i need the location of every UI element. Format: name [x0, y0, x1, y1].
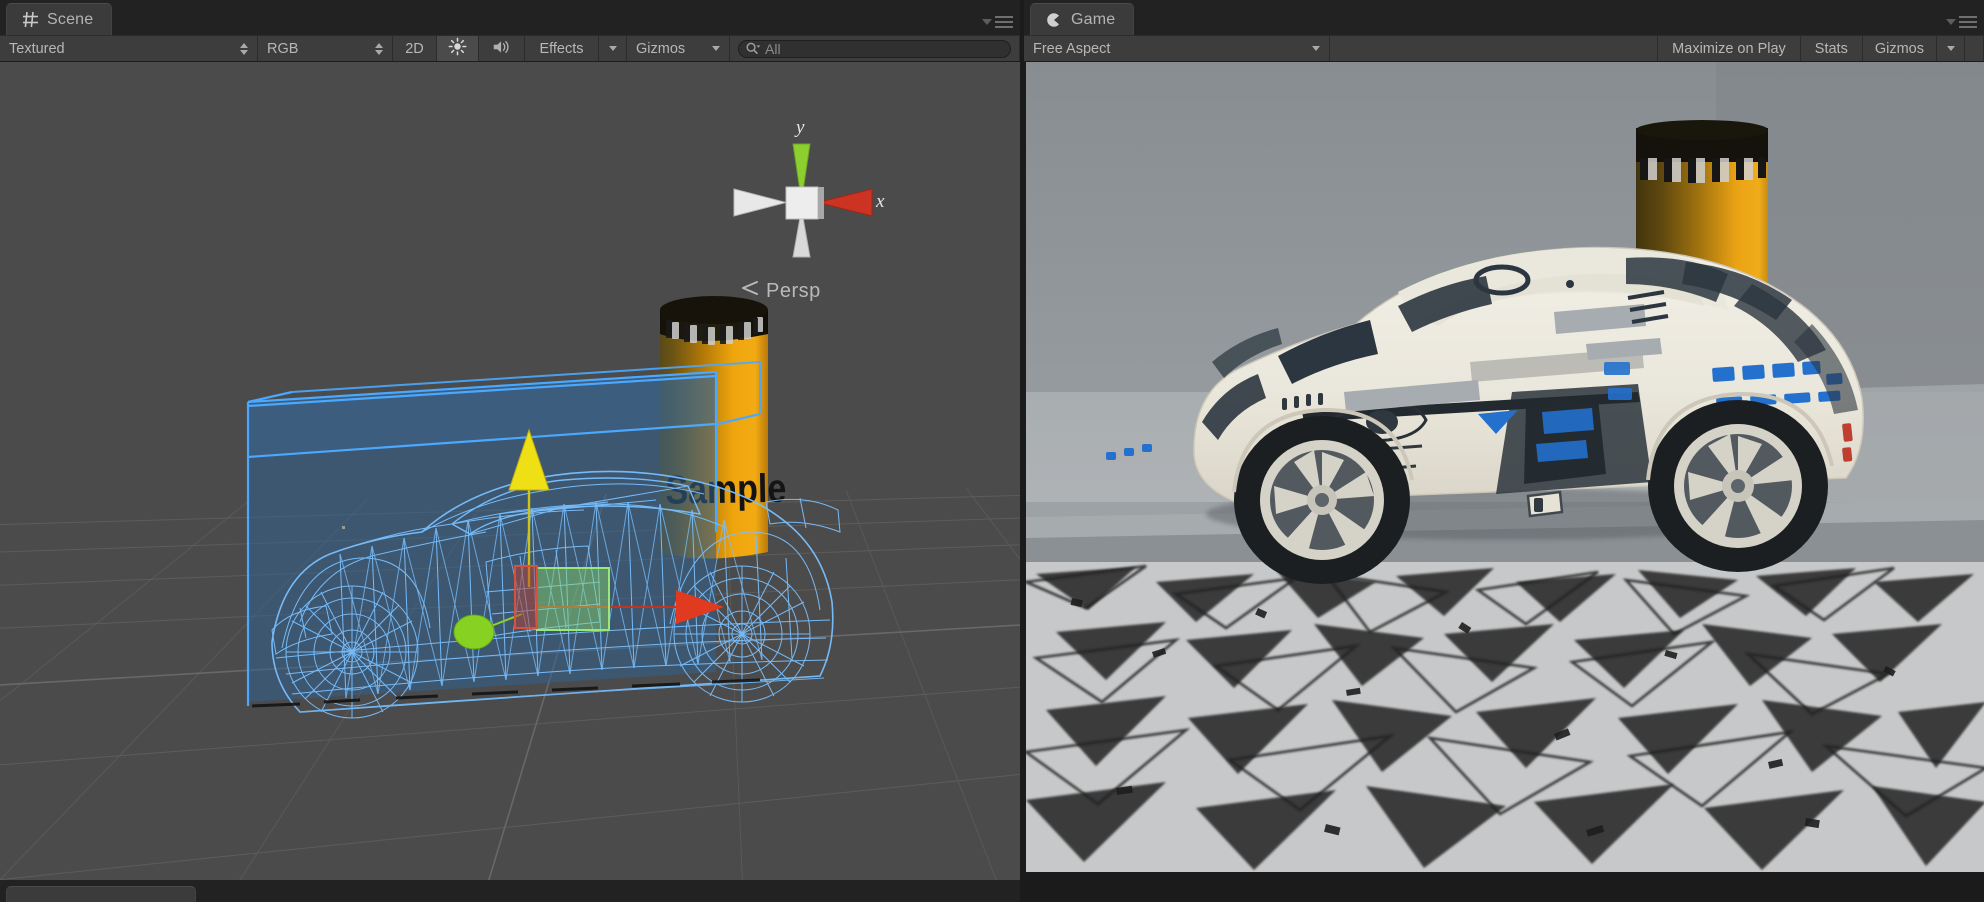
gizmo-axis-x-label: x — [876, 191, 885, 212]
bottom-partial-tab[interactable] — [6, 886, 196, 902]
move-gizmo — [453, 428, 724, 650]
scene-search-value: All — [765, 40, 781, 57]
svg-text:Sample: Sample — [665, 465, 787, 512]
scene-viewport[interactable]: Sample y x Persp — [0, 62, 1020, 880]
hamburger-icon — [1959, 16, 1977, 28]
scene-panel: Scene Textured RGB 2D Effects Gizmos All… — [0, 0, 1020, 902]
gizmo-axis-y-label: y — [796, 117, 805, 138]
aspect-ratio-label: Free Aspect — [1033, 40, 1111, 57]
game-viewport[interactable]: Sample — [1024, 62, 1984, 902]
game-toolbar-spacer — [1330, 36, 1659, 61]
game-gizmos-label: Gizmos — [1874, 40, 1924, 57]
film-canister-scene: Sample — [660, 296, 787, 559]
tab-game[interactable]: Game — [1030, 3, 1135, 35]
effects-dropdown[interactable] — [599, 36, 627, 61]
bottom-tab-strip — [0, 880, 1020, 902]
chevron-down-icon — [1946, 46, 1955, 51]
game-toolbar-end — [1965, 36, 1984, 61]
lighting-toggle-button[interactable] — [437, 36, 479, 61]
scene-render: Sample — [0, 62, 1020, 880]
chevron-down-icon — [712, 46, 720, 51]
search-icon — [745, 41, 762, 56]
chevron-down-icon — [608, 46, 617, 51]
audio-toggle-button[interactable] — [479, 36, 525, 61]
selection-bounds — [246, 361, 761, 706]
scene-search-container: All — [730, 36, 1020, 61]
chevron-down-icon — [1312, 46, 1320, 51]
gizmos-dropdown[interactable]: Gizmos — [627, 36, 730, 61]
stats-label: Stats — [1814, 40, 1848, 57]
toggle-2d-button[interactable]: 2D — [393, 36, 437, 61]
gizmos-label: Gizmos — [636, 40, 686, 57]
chevron-down-icon — [982, 19, 992, 25]
render-mode-dropdown[interactable]: RGB — [258, 36, 393, 61]
game-toolbar: Free Aspect Maximize on Play Stats Gizmo… — [1024, 35, 1984, 62]
game-tabrow: Game — [1024, 0, 1984, 35]
car-wireframe — [271, 470, 841, 719]
car-shadow — [251, 678, 761, 708]
projection-mode-label-wrap[interactable]: Persp — [740, 279, 821, 303]
maximize-on-play-label: Maximize on Play — [1672, 40, 1786, 57]
scene-pivot-dot — [342, 526, 345, 529]
speaker-icon — [491, 38, 513, 60]
game-pacman-icon — [1045, 11, 1063, 29]
scene-toolbar: Textured RGB 2D Effects Gizmos All — [0, 35, 1020, 62]
scene-tabrow: Scene — [0, 0, 1020, 35]
scene-panel-options-icon[interactable] — [982, 14, 1013, 30]
scene-orientation-gizmo[interactable]: y x Persp — [732, 117, 902, 317]
unity-editor-window: Scene Textured RGB 2D Effects Gizmos All… — [0, 0, 1984, 902]
effects-button[interactable]: Effects — [525, 36, 599, 61]
chevron-down-icon — [1946, 19, 1956, 25]
draw-mode-label: Textured — [9, 40, 65, 57]
scene-grid-icon — [21, 11, 39, 29]
hamburger-icon — [995, 16, 1013, 28]
tab-game-label: Game — [1071, 10, 1116, 28]
game-panel: Game Free Aspect Maximize on Play Stats … — [1024, 0, 1984, 902]
scene-search-input[interactable]: All — [738, 39, 1011, 58]
draw-mode-dropdown[interactable]: Textured — [0, 36, 258, 61]
maximize-on-play-button[interactable]: Maximize on Play — [1658, 36, 1801, 61]
effects-label: Effects — [539, 40, 584, 57]
stats-button[interactable]: Stats — [1800, 36, 1863, 61]
sun-icon — [448, 37, 467, 60]
persp-arrow-icon — [740, 279, 760, 303]
updown-stepper-icon — [375, 42, 383, 55]
aspect-ratio-dropdown[interactable]: Free Aspect — [1024, 36, 1330, 61]
game-gizmos-dropdown[interactable] — [1937, 36, 1965, 61]
toggle-2d-label: 2D — [405, 40, 424, 57]
tab-scene[interactable]: Scene — [6, 3, 113, 35]
render-mode-label: RGB — [267, 40, 299, 57]
updown-stepper-icon — [240, 42, 248, 55]
projection-mode-label: Persp — [766, 279, 821, 302]
game-gizmos-button[interactable]: Gizmos — [1862, 36, 1937, 61]
tab-scene-label: Scene — [47, 10, 94, 28]
game-render: Sample — [1026, 62, 1984, 872]
game-panel-options-icon[interactable] — [1946, 14, 1977, 30]
game-bottom-strip — [1024, 880, 1984, 902]
